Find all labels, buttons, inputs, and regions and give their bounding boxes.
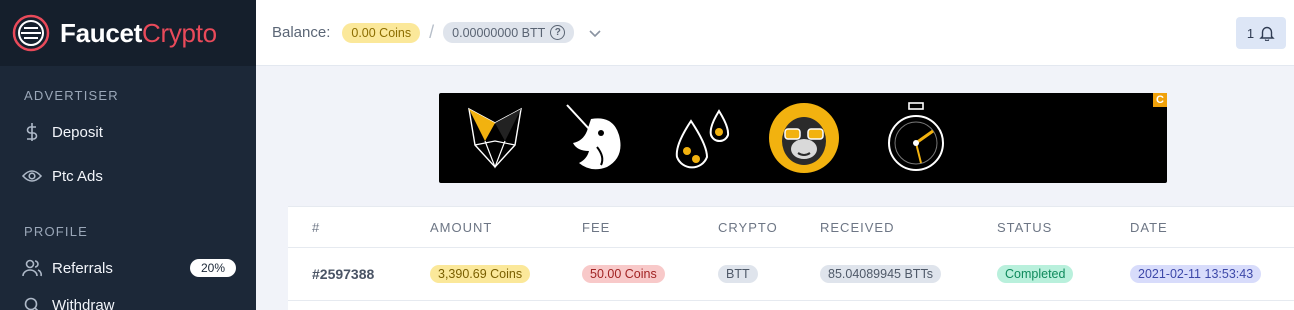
brand-name: FaucetCrypto bbox=[60, 17, 217, 48]
column-header: # bbox=[312, 220, 321, 235]
chevron-down-icon[interactable] bbox=[588, 26, 602, 40]
column-header: CRYPTO bbox=[718, 220, 778, 235]
balance-divider: / bbox=[429, 22, 435, 42]
section-title-profile: PROFILE bbox=[24, 224, 89, 239]
btt-balance-value: 0.00000000 BTT bbox=[452, 25, 546, 40]
eye-icon bbox=[22, 166, 42, 186]
column-header: STATUS bbox=[997, 220, 1053, 235]
sidebar-item-label: Ptc Ads bbox=[52, 167, 103, 185]
notifications-count: 1 bbox=[1246, 25, 1255, 41]
amount-badge: 3,390.69 Coins bbox=[430, 265, 531, 283]
column-header: DATE bbox=[1130, 220, 1168, 235]
dollar-icon bbox=[22, 122, 42, 142]
section-title-advertiser: ADVERTISER bbox=[24, 88, 119, 103]
column-header: AMOUNT bbox=[430, 220, 493, 235]
table-row: #2597388 3,390.69 Coins 50.00 Coins BTT … bbox=[288, 248, 1294, 301]
received-badge: 85.04089945 BTTs bbox=[820, 265, 941, 283]
sidebar-item-withdraw[interactable]: Withdraw bbox=[0, 290, 256, 310]
column-header: RECEIVED bbox=[820, 220, 895, 235]
sidebar-item-referrals[interactable]: Referrals 20% bbox=[0, 253, 256, 283]
sidebar-item-label: Referrals bbox=[52, 259, 113, 277]
fox-logo-icon bbox=[468, 107, 522, 169]
withdrawals-table: # AMOUNT FEE CRYPTO RECEIVED STATUS DATE… bbox=[288, 206, 1294, 310]
referral-rate-badge: 20% bbox=[189, 259, 236, 277]
sidebar-item-label: Deposit bbox=[52, 123, 103, 141]
btt-balance-badge: 0.00000000 BTT ? bbox=[443, 22, 575, 43]
topbar: Balance: 0.00 Coins / 0.00000000 BTT ? 1 bbox=[256, 0, 1294, 66]
crypto-badge: BTT bbox=[718, 265, 758, 283]
ad-choices-icon[interactable]: C bbox=[1153, 93, 1167, 107]
advertisement-banner[interactable]: C bbox=[439, 93, 1167, 183]
monkey-logo-icon bbox=[769, 103, 839, 173]
column-header: FEE bbox=[582, 220, 611, 235]
date-badge: 2021-02-11 13:53:43 bbox=[1130, 265, 1262, 283]
search-icon bbox=[22, 295, 42, 310]
faucet-logo-icon bbox=[12, 14, 50, 52]
users-icon bbox=[22, 258, 42, 278]
unicorn-logo-icon bbox=[566, 104, 621, 170]
stopwatch-logo-icon bbox=[888, 102, 944, 171]
sidebar-item-ptc-ads[interactable]: Ptc Ads bbox=[0, 161, 256, 191]
sidebar-item-deposit[interactable]: Deposit bbox=[0, 117, 256, 147]
table-header: # AMOUNT FEE CRYPTO RECEIVED STATUS DATE bbox=[288, 207, 1294, 248]
withdrawal-id: #2597388 bbox=[312, 266, 375, 282]
balance-label: Balance: bbox=[272, 24, 331, 41]
sidebar-item-label: Withdraw bbox=[52, 296, 115, 310]
help-icon[interactable]: ? bbox=[550, 25, 566, 40]
notifications-button[interactable]: 1 bbox=[1236, 17, 1286, 49]
sidebar: FaucetCrypto ADVERTISER Deposit Ptc Ads … bbox=[0, 0, 256, 310]
status-badge: Completed bbox=[997, 265, 1074, 283]
bell-icon bbox=[1259, 26, 1275, 41]
brand[interactable]: FaucetCrypto bbox=[0, 0, 256, 66]
coins-balance-badge: 0.00 Coins bbox=[342, 22, 421, 43]
fee-badge: 50.00 Coins bbox=[582, 265, 665, 283]
drops-logo-icon bbox=[675, 109, 730, 169]
